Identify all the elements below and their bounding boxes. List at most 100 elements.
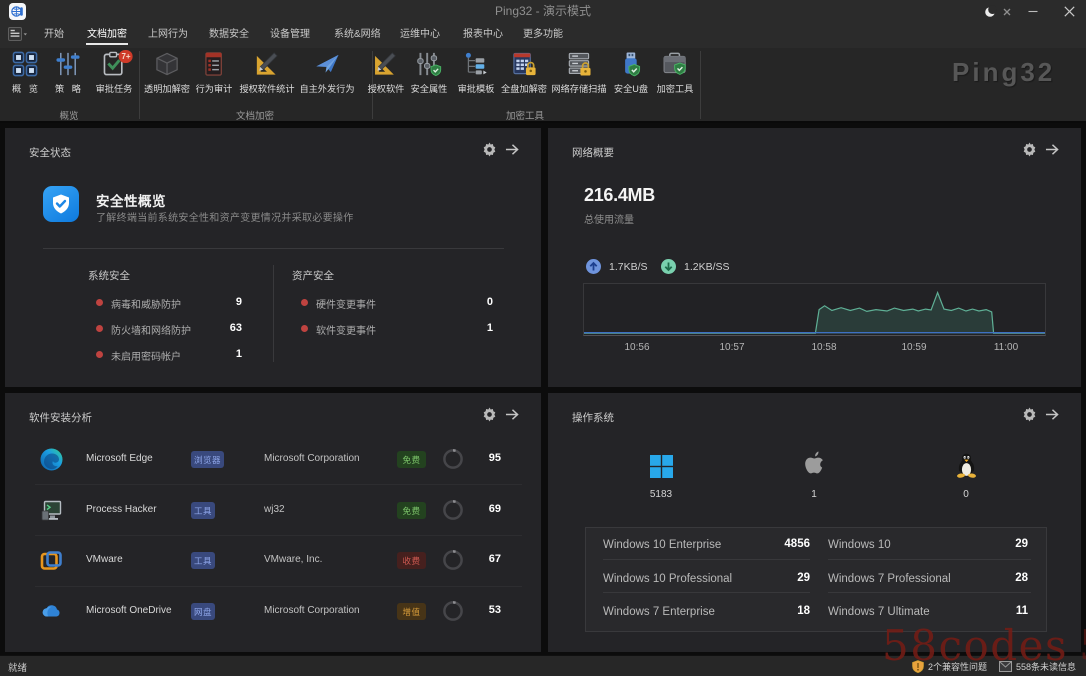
menu-item-more[interactable]: 更多功能	[523, 23, 563, 48]
arrow-right-icon[interactable]	[1045, 143, 1059, 156]
ribbon-button-authorized-software-stats[interactable]: 授权软件统计	[239, 51, 294, 103]
x-tick: 10:59	[901, 342, 926, 353]
theme-moon-button[interactable]	[980, 0, 1000, 23]
total-traffic-label: 总使用流量	[584, 211, 634, 226]
ribbon-button-authorized-software[interactable]: 授权软件	[368, 51, 405, 103]
window-title: Ping32 - 演示模式	[0, 0, 1086, 23]
security-row: 病毒和威胁防护 9	[96, 296, 242, 310]
approval-badge: 7+	[119, 50, 133, 63]
panel-network-summary: 网络概要 216.4MB 总使用流量 1.7KB/S 1.2KB/SS 10:5…	[548, 128, 1081, 387]
category-badge: 浏览器	[191, 451, 224, 468]
apple-icon	[754, 451, 874, 478]
menu-item-report-center[interactable]: 报表中心	[463, 23, 503, 48]
linux-count: 0	[906, 489, 1026, 500]
ribbon-button-approval-template[interactable]: 审批模板	[458, 51, 495, 103]
category-badge: 网盘	[191, 603, 215, 620]
menu-item-start[interactable]: 开始	[44, 23, 64, 48]
app-menu-button[interactable]	[8, 27, 28, 47]
menu-item-data-security[interactable]: 数据安全	[209, 23, 249, 48]
software-row-edge[interactable]: Microsoft Edge 浏览器 Microsoft Corporation…	[5, 434, 541, 484]
os-linux: 0	[906, 451, 1026, 500]
score-value: 95	[461, 452, 501, 464]
gear-icon[interactable]	[1022, 142, 1037, 157]
menu-item-doc-encryption[interactable]: 文档加密	[87, 23, 127, 48]
windows-icon	[601, 451, 721, 478]
ribbon-button-approval-tasks[interactable]: 7+ 审批任务	[96, 51, 133, 103]
download-rate: 1.2KB/SS	[684, 261, 730, 273]
approval-tasks-icon: 7+	[101, 51, 127, 77]
x-tick: 11:00	[994, 342, 1018, 353]
vmware-icon	[40, 549, 63, 572]
x-tick: 10:56	[624, 342, 649, 353]
traffic-chart	[583, 283, 1046, 336]
upload-icon	[586, 259, 601, 274]
software-row-process-hacker[interactable]: Process Hacker 工具 wj32 免费 69	[5, 485, 541, 535]
gear-icon[interactable]	[482, 142, 497, 157]
close-button[interactable]	[1058, 0, 1080, 23]
ribbon-button-fulldisk-encryption[interactable]: 全盘加解密	[501, 51, 547, 103]
panel-title: 软件安装分析	[29, 410, 92, 425]
menu-item-system-network[interactable]: 系统&网络	[334, 23, 381, 48]
security-row: 防火墙和网络防护 63	[96, 322, 242, 336]
app-menu-icon	[8, 27, 28, 42]
arrow-right-icon[interactable]	[505, 143, 519, 156]
title-bar: Ping32 - 演示模式	[0, 0, 1086, 23]
windows-count: 5183	[601, 489, 721, 500]
red-dot	[96, 351, 103, 358]
panel-operating-system: 操作系统 5183 1	[548, 393, 1081, 652]
divider	[603, 592, 810, 593]
gear-icon[interactable]	[482, 407, 497, 422]
minimize-button[interactable]	[1022, 0, 1044, 23]
ribbon-button-policy[interactable]: 策 略	[55, 51, 81, 103]
ribbon-button-secure-usb[interactable]: 安全U盘	[614, 51, 648, 103]
ribbon-separator	[139, 51, 140, 119]
ribbon-button-behavior-audit[interactable]: 行为审计	[196, 51, 233, 103]
menu-item-ops-center[interactable]: 运维中心	[400, 23, 440, 48]
x-tick: 10:57	[719, 342, 744, 353]
audit-list-icon	[201, 51, 227, 77]
score-value: 69	[461, 503, 501, 515]
moon-icon	[984, 5, 997, 18]
divider	[273, 265, 274, 362]
price-badge: 免费	[397, 451, 426, 468]
arrow-right-icon[interactable]	[505, 408, 519, 421]
watermark: 58codes	[882, 621, 1068, 670]
panel-software-analysis: 软件安装分析 Microsoft Edge 浏览器 Microsoft Corp…	[5, 393, 541, 652]
price-badge: 免费	[397, 502, 426, 519]
linux-tux-icon	[906, 451, 1026, 478]
ribbon-separator	[700, 51, 701, 119]
process-hacker-icon	[40, 499, 63, 522]
ruler-pencil-icon	[373, 51, 399, 77]
software-row-onedrive[interactable]: Microsoft OneDrive 网盘 Microsoft Corporat…	[5, 586, 541, 636]
close-icon	[1064, 6, 1075, 17]
panel-security-status: 安全状态 安全性概览 了解终端当前系统安全性和资产变更情况并采取必要操作 系统安…	[5, 128, 541, 387]
ribbon-group-doc-encryption: 文档加密	[236, 108, 274, 122]
menu-item-web-behavior[interactable]: 上网行为	[148, 23, 188, 48]
price-badge: 收费	[397, 552, 426, 569]
ribbon-button-network-storage-scan[interactable]: 网络存储扫描	[551, 51, 606, 103]
red-dot	[96, 325, 103, 332]
score-value: 53	[461, 604, 501, 616]
menu-item-device-mgmt[interactable]: 设备管理	[270, 23, 310, 48]
demo-close-button[interactable]	[1000, 0, 1014, 23]
ribbon-button-self-send[interactable]: 自主外发行为	[299, 51, 354, 103]
red-dot	[301, 299, 308, 306]
column-header-system-security: 系统安全	[88, 268, 130, 283]
download-icon	[661, 259, 676, 274]
panel-title: 网络概要	[572, 145, 614, 160]
ribbon-button-security-attributes[interactable]: 安全属性	[411, 51, 448, 103]
divider	[43, 248, 504, 249]
legend-upload: 1.7KB/S	[586, 259, 648, 274]
org-template-icon	[463, 51, 489, 77]
ribbon-button-encryption-tools[interactable]: 加密工具	[657, 51, 694, 103]
ribbon-button-transparent-encryption[interactable]: 透明加解密	[144, 51, 190, 103]
gear-icon[interactable]	[1022, 407, 1037, 422]
red-dot	[96, 299, 103, 306]
onedrive-icon	[40, 600, 63, 623]
red-dot	[301, 325, 308, 332]
ribbon-button-overview[interactable]: 概 览	[12, 51, 38, 103]
arrow-right-icon[interactable]	[1045, 408, 1059, 421]
software-row-vmware[interactable]: VMware 工具 VMware, Inc. 收费 67	[5, 535, 541, 585]
server-lock-icon	[566, 51, 592, 77]
paper-plane-icon	[314, 51, 340, 77]
